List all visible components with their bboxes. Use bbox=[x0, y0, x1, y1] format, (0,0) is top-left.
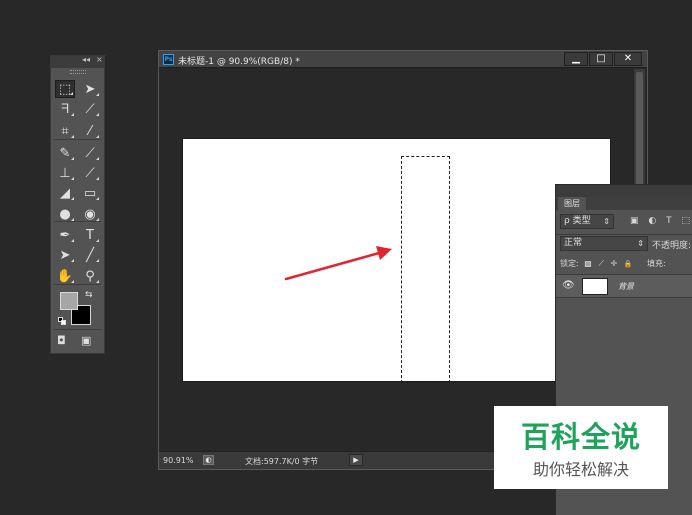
zoom-level[interactable]: 90.91% bbox=[163, 456, 194, 465]
rectangular-selection[interactable] bbox=[401, 156, 450, 383]
minimize-button[interactable]: ▁ bbox=[564, 52, 588, 66]
history-brush-tool-icon[interactable]: ⟋ bbox=[80, 164, 100, 182]
adjustment-filter-icon[interactable]: ◐ bbox=[648, 216, 656, 226]
lock-image-icon[interactable]: ⟋ bbox=[598, 259, 604, 268]
brush-tool-icon[interactable]: ⟋ bbox=[80, 144, 100, 162]
quick-selection-tool-icon[interactable]: ⟋ bbox=[80, 100, 100, 118]
clone-stamp-tool-icon[interactable]: ⊥ bbox=[55, 164, 75, 182]
move-tool-icon[interactable]: ➤ bbox=[80, 80, 100, 98]
pen-tool-icon[interactable]: ✒ bbox=[55, 226, 75, 244]
blur-tool-icon[interactable]: ● bbox=[55, 205, 75, 223]
hand-tool-icon[interactable]: ✋ bbox=[55, 267, 75, 285]
status-menu-arrow-icon[interactable]: ▶ bbox=[349, 454, 363, 466]
tools-panel-header: ◂◂ × bbox=[51, 55, 104, 68]
screen-mode-icon[interactable]: ▣ bbox=[81, 334, 91, 347]
tools-panel: ◂◂ × ⇆ ◘ ▣ ⬚ ➤ ᖷ ⟋ ⌗ ⁄ ✎ ⟋ ⊥ ⟋ ◢ ▭ ● ◉ ✒ T ➤ ╱ ✋ ⚲ bbox=[50, 55, 105, 354]
blend-mode-select[interactable]: 正常 ⇕ bbox=[560, 236, 648, 251]
canvas[interactable] bbox=[183, 139, 610, 383]
filter-kind-select[interactable]: ρ 类型 ⇕ bbox=[560, 214, 614, 229]
filter-kind-label: ρ 类型 bbox=[564, 216, 591, 226]
pixel-filter-icon[interactable]: ▣ bbox=[630, 216, 639, 226]
watermark-logo: 百科全说 助你轻松解决 bbox=[494, 406, 668, 489]
lock-all-icon[interactable]: 🔒 bbox=[624, 260, 633, 268]
document-info: 文档:597.7K/0 字节 bbox=[245, 457, 319, 466]
eyedropper-tool-icon[interactable]: ⁄ bbox=[80, 122, 100, 140]
maximize-button[interactable]: □ bbox=[589, 52, 613, 66]
default-colors-icon[interactable] bbox=[58, 317, 66, 325]
layers-panel-tabs: 图层 bbox=[556, 197, 692, 210]
dodge-tool-icon[interactable]: ◉ bbox=[80, 205, 100, 223]
photoshop-icon: Ps bbox=[163, 54, 174, 65]
layer-thumbnail bbox=[582, 278, 608, 295]
opacity-label: 不透明度: bbox=[652, 241, 692, 251]
red-arrow-annotation bbox=[284, 246, 392, 281]
shape-filter-icon[interactable]: ⬚ bbox=[682, 216, 691, 226]
lock-label: 锁定: bbox=[560, 259, 579, 268]
layers-panel-header bbox=[556, 185, 692, 197]
divider bbox=[54, 329, 101, 330]
path-selection-tool-icon[interactable]: ➤ bbox=[55, 246, 75, 264]
lock-transparent-icon[interactable]: ▩ bbox=[584, 259, 592, 268]
close-button[interactable]: ✕ bbox=[614, 52, 642, 66]
layer-name[interactable]: 背景 bbox=[618, 281, 634, 292]
blend-mode-label: 正常 bbox=[564, 238, 583, 248]
lock-position-icon[interactable]: ✛ bbox=[611, 259, 618, 268]
foreground-color-swatch[interactable] bbox=[60, 292, 78, 310]
status-icon[interactable]: ◐ bbox=[203, 455, 214, 465]
eye-icon[interactable]: 👁 bbox=[562, 280, 575, 291]
close-icon[interactable]: × bbox=[96, 55, 103, 64]
swap-colors-icon[interactable]: ⇆ bbox=[85, 290, 93, 300]
tab-layers[interactable]: 图层 bbox=[558, 197, 586, 210]
lasso-tool-icon[interactable]: ᖷ bbox=[55, 100, 75, 118]
gradient-tool-icon[interactable]: ▭ bbox=[80, 184, 100, 202]
zoom-tool-icon[interactable]: ⚲ bbox=[80, 267, 100, 285]
type-tool-icon[interactable]: T bbox=[80, 226, 100, 244]
line-tool-icon[interactable]: ╱ bbox=[80, 246, 100, 264]
healing-brush-tool-icon[interactable]: ✎ bbox=[55, 144, 75, 162]
lock-row: 锁定: ▩ ⟋ ✛ 🔒 填充: bbox=[560, 258, 666, 269]
dropdown-arrow-icon: ⇕ bbox=[603, 217, 610, 226]
collapse-icon[interactable]: ◂◂ bbox=[82, 55, 90, 64]
crop-tool-icon[interactable]: ⌗ bbox=[55, 122, 75, 140]
panel-grip[interactable] bbox=[51, 68, 104, 76]
arrow-shaft bbox=[284, 251, 381, 281]
arrow-head bbox=[376, 246, 392, 260]
eraser-tool-icon[interactable]: ◢ bbox=[55, 184, 75, 202]
filter-icons: ▣ ◐ T ⬚ bbox=[630, 216, 690, 226]
document-title-bar[interactable]: Ps 未标题-1 @ 90.9%(RGB/8) * ▁ □ ✕ bbox=[159, 51, 647, 68]
fill-label: 填充: bbox=[647, 259, 666, 268]
document-title: 未标题-1 @ 90.9%(RGB/8) * bbox=[178, 57, 300, 67]
type-filter-icon[interactable]: T bbox=[666, 216, 672, 226]
watermark-subtitle: 助你轻松解决 bbox=[532, 460, 629, 479]
layer-row-background[interactable]: 👁 背景 bbox=[556, 274, 692, 298]
marquee-tool-icon[interactable]: ⬚ bbox=[55, 80, 75, 98]
divider bbox=[556, 234, 692, 235]
dropdown-arrow-icon: ⇕ bbox=[637, 239, 644, 248]
quick-mask-icon[interactable]: ◘ bbox=[57, 334, 66, 347]
watermark-title: 百科全说 bbox=[520, 420, 641, 454]
